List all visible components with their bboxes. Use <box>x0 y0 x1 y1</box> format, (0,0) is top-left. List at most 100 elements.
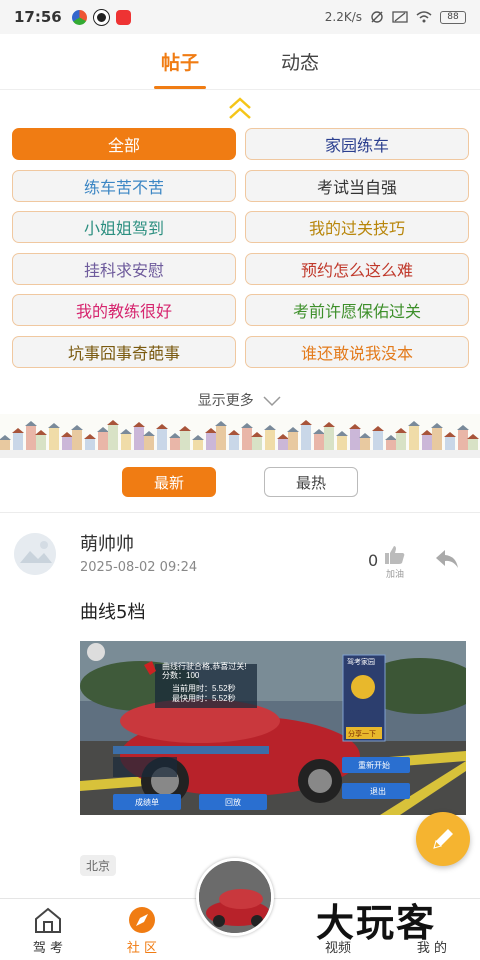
category-chip[interactable]: 我的教练很好 <box>12 294 236 326</box>
house-shape <box>72 430 82 450</box>
post-time: 2025-08-02 09:24 <box>80 560 198 575</box>
ad-title: 驾考家园 <box>347 657 375 666</box>
top-tab-bar: 帖子 动态 <box>0 34 480 90</box>
post-title[interactable]: 曲线5档 <box>80 598 145 624</box>
house-shape <box>422 435 432 450</box>
chevron-down-icon <box>263 396 281 407</box>
house-shape <box>288 432 298 450</box>
net-speed: 2.2K/s <box>324 10 362 24</box>
pencil-icon <box>433 829 453 849</box>
show-more-button[interactable]: 显示更多 <box>0 390 480 410</box>
house-shape <box>458 430 468 450</box>
sim-icon <box>392 11 408 23</box>
status-right: 2.2K/s 88 <box>325 10 466 24</box>
thumbs-up-icon[interactable] <box>384 545 406 565</box>
watermark: 大玩客 <box>316 901 437 945</box>
house-shape <box>396 433 406 450</box>
category-chip[interactable]: 挂科求安慰 <box>12 252 236 285</box>
category-chip[interactable]: 练车苦不苦 <box>12 169 236 202</box>
house-shape <box>26 426 36 450</box>
category-chip[interactable]: 预约怎么这么难 <box>245 252 469 285</box>
reply-share-icon[interactable] <box>434 548 460 570</box>
nav-label: 驾 考 <box>32 941 64 956</box>
house-shape <box>216 426 226 450</box>
house-shape <box>252 437 262 450</box>
house-shape <box>144 436 154 450</box>
house-shape <box>337 436 347 450</box>
house-shape <box>314 434 324 450</box>
like-label: 加油 <box>386 570 405 580</box>
house-shape <box>108 425 118 450</box>
location-tag[interactable]: 北京 <box>80 855 117 876</box>
nav-label: 社 区 <box>126 941 158 956</box>
house-shape <box>36 435 46 450</box>
house-shape <box>206 433 216 450</box>
house-shape <box>324 427 334 450</box>
home-icon <box>35 907 61 933</box>
divider <box>0 512 480 513</box>
section-separator <box>0 450 480 458</box>
house-shape <box>98 432 108 450</box>
tab-feed[interactable]: 动态 <box>260 48 340 75</box>
score-btn-label: 成绩单 <box>135 797 159 807</box>
app-notification-icon <box>93 9 109 25</box>
replay-btn-label: 回放 <box>225 797 241 807</box>
avatar-placeholder-icon <box>14 533 56 575</box>
house-shape <box>180 431 190 450</box>
tab-posts[interactable]: 帖子 <box>140 48 220 75</box>
alarm-icon <box>371 11 383 23</box>
house-shape <box>301 425 311 450</box>
category-chip[interactable]: 考前许愿保佑过关 <box>245 294 469 326</box>
house-shape <box>229 435 239 450</box>
nav-community[interactable]: 社 区 <box>102 905 182 956</box>
house-shape <box>409 426 419 450</box>
house-shape <box>360 438 370 450</box>
center-car-button[interactable] <box>196 858 274 936</box>
status-time: 17:56 <box>14 8 62 26</box>
house-shape <box>445 437 455 450</box>
house-shape <box>468 439 478 450</box>
category-chip[interactable]: 家园练车 <box>245 128 469 160</box>
exit-btn-label: 退出 <box>370 786 386 796</box>
house-shape <box>62 437 72 450</box>
score-line: 分数：100 <box>162 670 200 680</box>
app-notification-icon <box>71 9 87 25</box>
category-chip[interactable]: 谁还敢说我没本 <box>245 335 469 368</box>
category-chip[interactable]: 全部 <box>12 128 236 160</box>
house-shape <box>121 434 131 450</box>
result-line: 曲线行驶合格,恭喜过关! <box>162 661 246 671</box>
time-used: 当前用时：5.52秒 <box>172 683 236 693</box>
house-shape <box>134 427 144 450</box>
house-shape <box>278 439 288 450</box>
house-shape <box>432 428 442 450</box>
like-count: 0 <box>368 551 379 570</box>
category-chip[interactable]: 小姐姐驾到 <box>12 211 236 243</box>
category-chip[interactable]: 坑事囧事奇葩事 <box>12 335 236 368</box>
share-btn-label: 分享一下 <box>348 729 376 738</box>
category-chip[interactable]: 考试当自强 <box>245 169 469 202</box>
sort-hottest-button[interactable]: 最热 <box>264 467 358 497</box>
compass-icon <box>129 907 155 933</box>
post-image[interactable]: 曲线行驶合格,恭喜过关! 分数：100 当前用时：5.52秒 最快用时：5.52… <box>80 641 466 815</box>
battery-icon: 88 <box>440 10 466 24</box>
house-shape <box>0 440 10 450</box>
restart-btn-label: 重新开始 <box>358 760 390 770</box>
house-shape <box>193 440 203 450</box>
town-illustration <box>0 414 480 450</box>
sort-latest-button[interactable]: 最新 <box>122 467 216 497</box>
wifi-icon <box>416 11 432 23</box>
nav-driving-test[interactable]: 驾 考 <box>8 905 88 956</box>
house-shape <box>242 428 252 450</box>
tab-indicator <box>154 86 206 89</box>
status-bar: 17:56 2.2K/s 88 <box>0 0 480 34</box>
game-screenshot: 曲线行驶合格,恭喜过关! 分数：100 当前用时：5.52秒 最快用时：5.52… <box>80 641 466 815</box>
compose-fab[interactable] <box>416 812 470 866</box>
house-shape <box>49 428 59 450</box>
collapse-chevron-up-icon[interactable] <box>226 96 254 122</box>
house-shape <box>350 429 360 450</box>
post-author[interactable]: 萌帅帅 <box>80 530 134 556</box>
avatar[interactable] <box>14 533 56 575</box>
house-shape <box>265 430 275 450</box>
category-chip[interactable]: 我的过关技巧 <box>245 211 469 243</box>
house-shape <box>157 429 167 450</box>
